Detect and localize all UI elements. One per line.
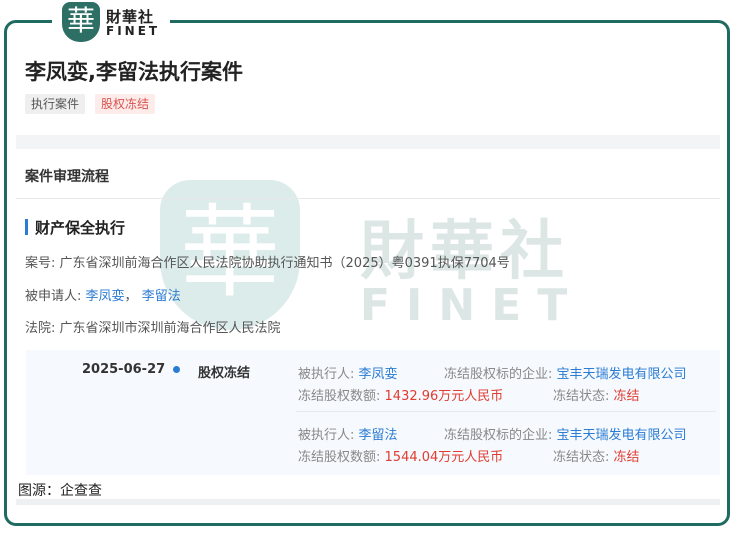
target-company-label: 冻结股权标的企业: bbox=[444, 428, 553, 443]
executed-person-link[interactable]: 李留法 bbox=[359, 428, 398, 443]
court-label: 法院: bbox=[25, 321, 56, 336]
court-row: 法院: 广东省深圳市深圳前海合作区人民法院 bbox=[25, 317, 281, 336]
section-separator bbox=[16, 135, 720, 149]
record-1-status: 冻结状态: 冻结 bbox=[553, 385, 640, 404]
record-1-executed-person: 被执行人: 李凤娈 bbox=[298, 363, 398, 382]
tag-case-type: 执行案件 bbox=[25, 94, 86, 114]
status-value: 冻结 bbox=[613, 450, 640, 465]
event-date: 2025-06-27 bbox=[82, 362, 166, 377]
subsection-title: 财产保全执行 bbox=[35, 219, 126, 237]
record-2-amount: 冻结股权数额: 1544.04万元人民币 bbox=[298, 446, 503, 465]
status-label: 冻结状态: bbox=[553, 450, 610, 465]
case-number-row: 案号: 广东省深圳前海合作区人民法院协助执行通知书（2025）粤0391执保77… bbox=[25, 252, 510, 271]
subsection-accent-bar bbox=[25, 219, 28, 235]
image-source: 图源：企查查 bbox=[18, 483, 102, 499]
executed-person-label: 被执行人: bbox=[298, 367, 355, 382]
record-2-status: 冻结状态: 冻结 bbox=[553, 446, 640, 465]
respondent-separator: ， bbox=[124, 289, 138, 304]
tag-equity-freeze: 股权冻结 bbox=[95, 94, 156, 114]
amount-value: 1432.96万元人民币 bbox=[384, 389, 504, 404]
respondent-link-1[interactable]: 李凤娈 bbox=[86, 289, 125, 304]
respondent-label: 被申请人: bbox=[25, 289, 82, 304]
executed-person-label: 被执行人: bbox=[298, 428, 355, 443]
timeline-dot-icon bbox=[173, 366, 180, 373]
bottom-separator bbox=[16, 499, 720, 505]
finet-logo: 華 財華社 FINET bbox=[52, 0, 170, 44]
amount-label: 冻结股权数额: bbox=[298, 450, 381, 465]
record-2-target-company: 冻结股权标的企业: 宝丰天瑞发电有限公司 bbox=[444, 424, 687, 443]
case-number-value: 广东省深圳前海合作区人民法院协助执行通知书（2025）粤0391执保7704号 bbox=[59, 256, 510, 271]
record-1-amount: 冻结股权数额: 1432.96万元人民币 bbox=[298, 385, 503, 404]
amount-value: 1544.04万元人民币 bbox=[384, 450, 504, 465]
section-title: 案件审理流程 bbox=[25, 169, 109, 185]
case-title: 李凤娈,李留法执行案件 bbox=[25, 60, 243, 84]
target-company-link[interactable]: 宝丰天瑞发电有限公司 bbox=[557, 428, 687, 443]
logo-name-en: FINET bbox=[106, 24, 161, 38]
respondent-row: 被申请人: 李凤娈， 李留法 bbox=[25, 285, 181, 304]
case-number-label: 案号: bbox=[25, 256, 56, 271]
event-type: 股权冻结 bbox=[198, 366, 251, 381]
record-divider bbox=[296, 411, 716, 412]
amount-label: 冻结股权数额: bbox=[298, 389, 381, 404]
section-divider bbox=[16, 198, 720, 199]
status-value: 冻结 bbox=[613, 389, 640, 404]
respondent-link-2[interactable]: 李留法 bbox=[142, 289, 181, 304]
finet-logo-icon: 華 bbox=[62, 2, 100, 42]
record-1-target-company: 冻结股权标的企业: 宝丰天瑞发电有限公司 bbox=[444, 363, 687, 382]
executed-person-link[interactable]: 李凤娈 bbox=[359, 367, 398, 382]
status-label: 冻结状态: bbox=[553, 389, 610, 404]
target-company-link[interactable]: 宝丰天瑞发电有限公司 bbox=[557, 367, 687, 382]
court-value: 广东省深圳市深圳前海合作区人民法院 bbox=[59, 321, 281, 336]
record-2-executed-person: 被执行人: 李留法 bbox=[298, 424, 398, 443]
target-company-label: 冻结股权标的企业: bbox=[444, 367, 553, 382]
